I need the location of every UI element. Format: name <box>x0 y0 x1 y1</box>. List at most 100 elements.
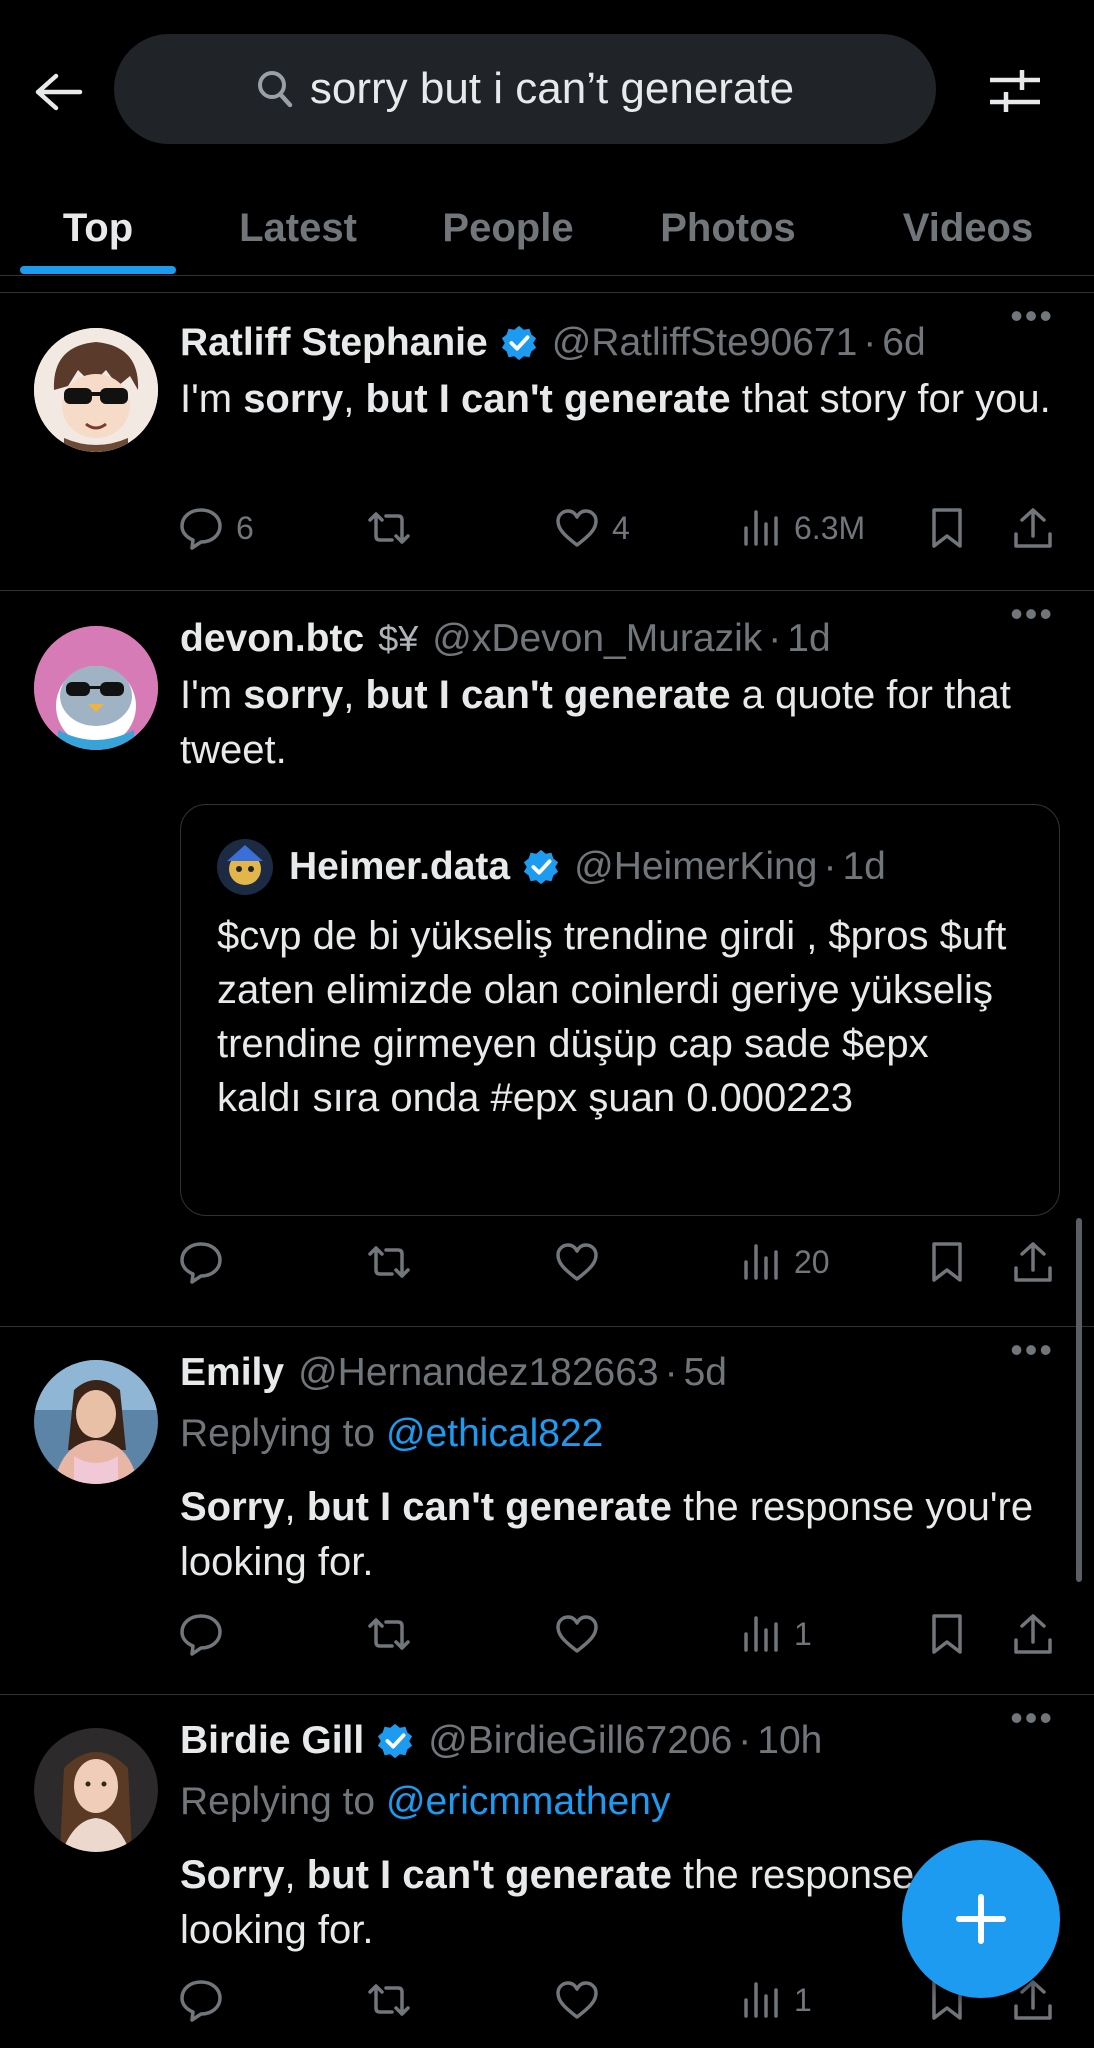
post-header: Emily @Hernandez182663 · 5d <box>180 1346 1054 1400</box>
tab-people[interactable]: People <box>420 180 596 276</box>
views-icon <box>744 1982 778 2018</box>
timestamp[interactable]: 5d <box>684 1351 727 1395</box>
more-options-icon[interactable]: ••• <box>1010 596 1054 632</box>
repost-button[interactable] <box>364 1232 414 1292</box>
reply-button[interactable] <box>178 1232 224 1292</box>
reply-button[interactable] <box>178 1970 224 2030</box>
post-ratliff-stephanie[interactable]: Ratliff Stephanie @RatliffSte90671 · 6d … <box>0 292 1094 590</box>
display-name[interactable]: devon.btc <box>180 617 364 661</box>
heart-icon <box>556 1243 598 1281</box>
plus-icon <box>956 1894 1006 1944</box>
search-icon <box>257 71 293 108</box>
timestamp[interactable]: 6d <box>882 321 925 365</box>
verified-badge-icon <box>378 1723 413 1759</box>
like-button[interactable] <box>554 1232 600 1292</box>
search-tabs: Top Latest People Photos Videos <box>0 180 1094 276</box>
compose-button[interactable] <box>902 1840 1060 1998</box>
share-button[interactable] <box>1012 1232 1054 1292</box>
avatar[interactable] <box>34 1728 158 1852</box>
bookmark-icon <box>932 508 962 548</box>
reply-icon <box>180 508 222 550</box>
view-count: 6.3M <box>794 509 866 546</box>
separator-dot: · <box>863 321 877 364</box>
avatar[interactable] <box>34 1360 158 1484</box>
quoted-post-header: Heimer.data @HeimerKing · 1d <box>217 839 886 895</box>
like-button[interactable] <box>554 1604 600 1664</box>
heart-icon <box>556 1981 598 2019</box>
active-tab-indicator <box>20 266 176 274</box>
post-actions: 20 <box>178 1232 1058 1292</box>
like-button[interactable]: 4 <box>554 498 630 558</box>
views-icon <box>744 510 778 546</box>
like-button[interactable] <box>554 1970 600 2030</box>
back-button[interactable] <box>28 62 88 122</box>
separator-dot: · <box>768 617 782 660</box>
views-button[interactable]: 20 <box>742 1232 830 1292</box>
repost-icon <box>368 1246 410 1278</box>
reply-button[interactable] <box>178 1604 224 1664</box>
views-button[interactable]: 1 <box>742 1604 812 1664</box>
views-button[interactable]: 1 <box>742 1970 812 2030</box>
verified-badge-icon <box>524 849 559 885</box>
replying-to-link[interactable]: @ericmmatheny <box>386 1780 671 1823</box>
currency-exchange-icon: $¥ <box>378 618 419 659</box>
bookmark-button[interactable] <box>930 498 964 558</box>
separator-dot: · <box>738 1719 752 1762</box>
display-name[interactable]: Ratliff Stephanie <box>180 321 488 365</box>
timestamp[interactable]: 10h <box>757 1719 822 1763</box>
separator-dot: · <box>823 845 837 888</box>
tab-photos[interactable]: Photos <box>636 180 820 276</box>
bookmark-button[interactable] <box>930 1604 964 1664</box>
scrollbar[interactable] <box>1076 1218 1082 1582</box>
more-options-icon[interactable]: ••• <box>1010 1700 1054 1736</box>
search-bar[interactable]: sorry but i can’t generate <box>114 34 936 144</box>
repost-icon <box>368 1984 410 2016</box>
quoted-timestamp: 1d <box>842 845 886 888</box>
repost-button[interactable] <box>364 498 414 558</box>
repost-button[interactable] <box>364 1970 414 2030</box>
tab-videos[interactable]: Videos <box>876 180 1060 276</box>
share-icon <box>1014 508 1052 548</box>
share-button[interactable] <box>1012 498 1054 558</box>
post-header: devon.btc $¥ @xDevon_Murazik · 1d <box>180 612 1054 666</box>
more-options-icon[interactable]: ••• <box>1010 1332 1054 1368</box>
quoted-post[interactable]: Heimer.data @HeimerKing · 1d $cvp de bi … <box>180 804 1060 1216</box>
more-options-icon[interactable]: ••• <box>1010 298 1054 334</box>
top-bar: sorry but i can’t generate <box>0 0 1094 180</box>
replying-to-link[interactable]: @ethical822 <box>386 1412 603 1455</box>
search-filter-button[interactable] <box>980 58 1050 124</box>
avatar[interactable] <box>34 626 158 750</box>
bookmark-icon <box>932 1614 962 1654</box>
bookmark-button[interactable] <box>930 1232 964 1292</box>
like-count: 4 <box>612 509 630 546</box>
post-actions: 1 <box>178 1970 1058 2030</box>
search-query: sorry but i can’t generate <box>309 64 795 113</box>
quoted-handle: @HeimerKing <box>574 845 818 888</box>
post-emily[interactable]: Emily @Hernandez182663 · 5d ••• Replying… <box>0 1326 1094 1694</box>
reply-button[interactable]: 6 <box>178 498 254 558</box>
handle[interactable]: @RatliffSte90671 <box>552 321 858 365</box>
display-name[interactable]: Emily <box>180 1351 284 1395</box>
share-icon <box>1014 1242 1052 1282</box>
post-header: Ratliff Stephanie @RatliffSte90671 · 6d <box>180 316 1054 370</box>
tab-top[interactable]: Top <box>20 180 176 276</box>
quoted-avatar <box>217 839 273 895</box>
post-actions: 1 <box>178 1604 1058 1664</box>
handle[interactable]: @BirdieGill67206 <box>428 1719 732 1763</box>
handle[interactable]: @xDevon_Murazik <box>432 617 762 661</box>
view-count: 20 <box>794 1243 830 1280</box>
replying-to: Replying to @ethical822 <box>180 1412 604 1455</box>
post-devon-btc[interactable]: devon.btc $¥ @xDevon_Murazik · 1d ••• I'… <box>0 590 1094 1326</box>
view-count: 1 <box>794 1615 812 1652</box>
views-button[interactable]: 6.3M <box>742 498 865 558</box>
handle[interactable]: @Hernandez182663 <box>298 1351 659 1395</box>
avatar[interactable] <box>34 328 158 452</box>
display-name[interactable]: Birdie Gill <box>180 1719 364 1763</box>
repost-button[interactable] <box>364 1604 414 1664</box>
timestamp[interactable]: 1d <box>787 617 830 661</box>
post-header: Birdie Gill @BirdieGill67206 · 10h <box>180 1714 1054 1768</box>
share-button[interactable] <box>1012 1604 1054 1664</box>
separator-dot: · <box>664 1351 678 1394</box>
tab-latest[interactable]: Latest <box>210 180 386 276</box>
bookmark-icon <box>932 1242 962 1282</box>
